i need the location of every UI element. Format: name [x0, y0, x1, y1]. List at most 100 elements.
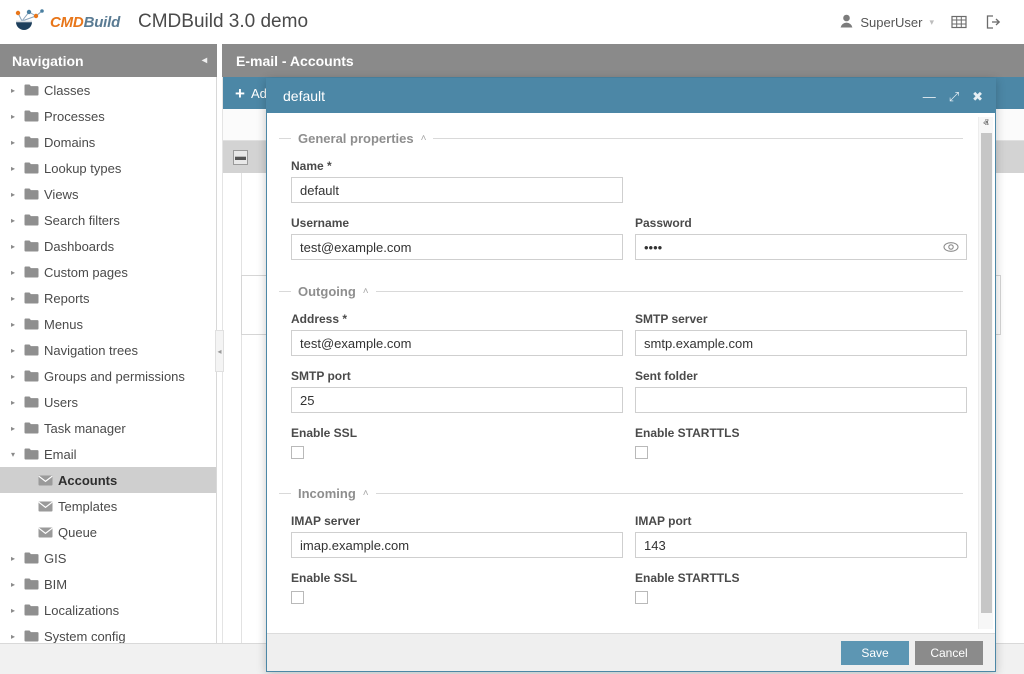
section-general-header[interactable]: General properties ˄	[279, 131, 963, 146]
chevron-right-icon[interactable]: ▸	[6, 580, 20, 589]
modal-scroll-content: General properties ˄ Name * Usern	[279, 131, 973, 607]
scrollbar-thumb[interactable]	[981, 133, 992, 613]
sidebar-item-groups-and-permissions[interactable]: ▸ Groups and permissions	[0, 363, 216, 389]
sidebar-item-task-manager[interactable]: ▸ Task manager	[0, 415, 216, 441]
sidebar-item-users[interactable]: ▸ Users	[0, 389, 216, 415]
incoming-ssl-label: Enable SSL	[291, 571, 623, 585]
sidebar-item-dashboards[interactable]: ▸ Dashboards	[0, 233, 216, 259]
smtp-server-input[interactable]	[635, 330, 967, 356]
smtp-server-label: SMTP server	[635, 312, 967, 326]
modal-header[interactable]: default — ⤢ ✖	[267, 79, 995, 113]
chevron-right-icon[interactable]: ▸	[6, 216, 20, 225]
sidebar-item-accounts[interactable]: Accounts	[0, 467, 216, 493]
chevron-right-icon[interactable]: ▸	[6, 424, 20, 433]
sidebar-splitter-handle[interactable]: ◂	[215, 330, 224, 372]
sent-folder-input[interactable]	[635, 387, 967, 413]
incoming-ssl-checkbox[interactable]	[291, 591, 304, 604]
smtp-port-input[interactable]	[291, 387, 623, 413]
chevron-right-icon[interactable]: ▸	[6, 294, 20, 303]
user-menu[interactable]: SuperUser ▾	[834, 10, 940, 35]
folder-icon	[20, 136, 42, 148]
chevron-right-icon[interactable]: ▸	[6, 346, 20, 355]
sidebar-item-gis[interactable]: ▸ GIS	[0, 545, 216, 571]
field-incoming-ssl: Enable SSL	[291, 571, 623, 607]
sidebar-item-domains[interactable]: ▸ Domains	[0, 129, 216, 155]
chevron-up-icon[interactable]: ˄	[363, 286, 369, 297]
field-password: Password	[635, 216, 967, 260]
imap-port-input[interactable]	[635, 532, 967, 558]
username-input[interactable]	[291, 234, 623, 260]
grid-divider	[241, 173, 242, 643]
save-button[interactable]: Save	[841, 641, 909, 665]
eye-icon[interactable]	[942, 238, 959, 255]
chevron-right-icon[interactable]: ▸	[6, 242, 20, 251]
chevron-right-icon[interactable]: ▸	[6, 320, 20, 329]
sidebar-item-lookup-types[interactable]: ▸ Lookup types	[0, 155, 216, 181]
chevron-right-icon[interactable]: ▸	[6, 190, 20, 199]
chevron-up-icon[interactable]: ˄	[363, 488, 369, 499]
tab-email-accounts[interactable]: E-mail - Accounts	[222, 44, 1024, 77]
grid-icon[interactable]	[944, 7, 974, 37]
chevron-right-icon[interactable]: ▸	[6, 398, 20, 407]
app-logo[interactable]: CMDBuild	[14, 9, 114, 35]
name-input[interactable]	[291, 177, 623, 203]
section-outgoing-header[interactable]: Outgoing ˄	[279, 284, 963, 299]
sidebar-item-system-config[interactable]: ▸ System config	[0, 623, 216, 643]
cancel-button[interactable]: Cancel	[915, 641, 983, 665]
chevron-right-icon[interactable]: ▸	[6, 164, 20, 173]
address-input[interactable]	[291, 330, 623, 356]
general-fields: Name * Username Password	[279, 159, 963, 260]
chevron-right-icon[interactable]: ▸	[6, 606, 20, 615]
chevron-right-icon[interactable]: ▸	[6, 138, 20, 147]
sidebar-item-templates[interactable]: Templates	[0, 493, 216, 519]
sidebar-item-queue[interactable]: Queue	[0, 519, 216, 545]
user-name-label: SuperUser	[860, 15, 922, 30]
scroll-up-icon[interactable]: ⱏ	[983, 117, 988, 131]
collapse-sidebar-button[interactable]: ◂	[202, 55, 207, 66]
outgoing-starttls-checkbox[interactable]	[635, 446, 648, 459]
field-address: Address *	[291, 312, 623, 356]
incoming-starttls-checkbox[interactable]	[635, 591, 648, 604]
section-incoming-header[interactable]: Incoming ˄	[279, 486, 963, 501]
chevron-right-icon[interactable]: ▸	[6, 112, 20, 121]
field-outgoing-ssl: Enable SSL	[291, 426, 623, 462]
modal-scrollbar[interactable]: ⱏ ⱟ	[978, 117, 993, 629]
section-general-title: General properties	[298, 131, 414, 146]
sidebar-item-search-filters[interactable]: ▸ Search filters	[0, 207, 216, 233]
sent-folder-label: Sent folder	[635, 369, 967, 383]
section-outgoing: Outgoing ˄ Address * SMTP server	[279, 284, 963, 462]
chevron-down-icon: ▾	[929, 17, 934, 28]
chevron-right-icon[interactable]: ▸	[6, 632, 20, 641]
field-row-credentials: Username Password	[291, 216, 951, 260]
sidebar-item-bim[interactable]: ▸ BIM	[0, 571, 216, 597]
sidebar-item-menus[interactable]: ▸ Menus	[0, 311, 216, 337]
sidebar-item-reports[interactable]: ▸ Reports	[0, 285, 216, 311]
close-icon[interactable]: ✖	[972, 90, 983, 103]
collapse-row-icon[interactable]: ▬	[233, 150, 248, 165]
sidebar-item-email[interactable]: ▾ Email	[0, 441, 216, 467]
sidebar-item-views[interactable]: ▸ Views	[0, 181, 216, 207]
folder-icon	[20, 240, 42, 252]
sidebar-item-label: Email	[44, 447, 77, 462]
maximize-icon[interactable]: ⤢	[949, 90, 959, 103]
chevron-right-icon[interactable]: ▸	[6, 86, 20, 95]
sidebar-item-classes[interactable]: ▸ Classes	[0, 77, 216, 103]
minimize-icon[interactable]: —	[923, 90, 936, 103]
outgoing-ssl-checkbox[interactable]	[291, 446, 304, 459]
password-input[interactable]	[635, 234, 967, 260]
modal-window-controls: — ⤢ ✖	[923, 90, 983, 103]
address-label: Address *	[291, 312, 623, 326]
logout-icon[interactable]	[978, 7, 1008, 37]
sidebar-item-custom-pages[interactable]: ▸ Custom pages	[0, 259, 216, 285]
add-icon[interactable]: +	[235, 85, 245, 102]
sidebar-item-label: Navigation trees	[44, 343, 138, 358]
chevron-up-icon[interactable]: ˄	[421, 133, 427, 144]
imap-server-input[interactable]	[291, 532, 623, 558]
chevron-right-icon[interactable]: ▸	[6, 554, 20, 563]
sidebar-item-navigation-trees[interactable]: ▸ Navigation trees	[0, 337, 216, 363]
sidebar-item-localizations[interactable]: ▸ Localizations	[0, 597, 216, 623]
sidebar-item-processes[interactable]: ▸ Processes	[0, 103, 216, 129]
chevron-right-icon[interactable]: ▸	[6, 372, 20, 381]
chevron-right-icon[interactable]: ▸	[6, 268, 20, 277]
chevron-down-icon[interactable]: ▾	[6, 450, 20, 459]
